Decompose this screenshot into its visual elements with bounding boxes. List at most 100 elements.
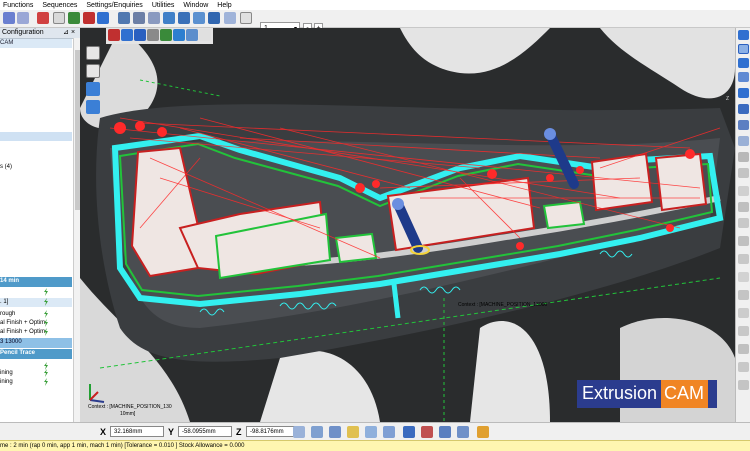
z-coord-field[interactable]: -98.8176mm — [246, 426, 300, 437]
measure-icon[interactable] — [738, 120, 749, 130]
panel-item-machining-2[interactable]: ining — [0, 379, 13, 385]
simulate-icon[interactable] — [738, 136, 749, 146]
verify-icon[interactable] — [738, 186, 749, 196]
panel-bracket-row[interactable] — [0, 298, 72, 307]
panel-item-finish-1[interactable]: al Finish + Optim. — [0, 320, 47, 326]
pick-icon[interactable] — [365, 426, 377, 438]
view-front-icon[interactable] — [108, 29, 120, 41]
transparency-icon[interactable] — [738, 88, 749, 98]
layers-icon[interactable] — [738, 72, 749, 82]
cube-red-icon[interactable] — [83, 12, 95, 24]
view-top-icon[interactable] — [134, 29, 146, 41]
help-icon[interactable] — [477, 426, 489, 438]
menu-window[interactable]: Window — [180, 2, 214, 9]
panel-item-rough[interactable]: rough — [0, 311, 15, 317]
lightning-icon — [44, 328, 48, 336]
lightning-icon — [44, 288, 48, 296]
zoom-window-icon[interactable] — [163, 12, 175, 24]
lightning-icon — [44, 310, 48, 318]
context-label-unit: 10mm] — [120, 411, 136, 417]
save-icon[interactable] — [118, 12, 130, 24]
pin-icon[interactable]: ⊿ — [63, 28, 69, 38]
offset-icon[interactable] — [738, 344, 749, 354]
menu-help[interactable]: Help — [214, 2, 237, 9]
context-label-corner: Context : [MACHINE_POSITION_130 — [88, 404, 172, 410]
view-bottom-icon[interactable] — [147, 29, 159, 41]
fixture-icon[interactable] — [738, 236, 749, 246]
view-iso-icon[interactable] — [186, 29, 198, 41]
view-icon[interactable] — [224, 12, 236, 24]
scissors-icon[interactable] — [53, 12, 65, 24]
lightning-icon — [44, 369, 48, 377]
view-left-icon[interactable] — [160, 29, 172, 41]
point-icon[interactable] — [311, 426, 323, 438]
display-mode-icon[interactable] — [240, 12, 252, 24]
menu-settings-enquiries[interactable]: Settings/Enquiries — [83, 2, 148, 9]
chuck-icon[interactable] — [738, 202, 749, 212]
extrusioncam-logo: Extrusion CAM — [577, 380, 717, 408]
panel-item-finish-2[interactable]: al Finish + Optim. — [0, 329, 47, 335]
edge-icon[interactable] — [329, 426, 341, 438]
table-icon[interactable] — [17, 12, 29, 24]
menu-bar: Functions Sequences Settings/Enquiries U… — [0, 0, 750, 10]
view-zoom-icon[interactable] — [199, 29, 211, 41]
axes-icon[interactable] — [37, 12, 49, 24]
close-icon[interactable]: × — [71, 28, 75, 38]
probe-icon[interactable] — [738, 254, 749, 264]
view-back-icon[interactable] — [121, 29, 133, 41]
cube-blue-icon[interactable] — [97, 12, 109, 24]
panel-item-cam[interactable]: CAM — [0, 40, 13, 46]
triangle-icon[interactable] — [68, 12, 80, 24]
x-coord-label: X — [100, 427, 107, 437]
rotate-icon[interactable] — [193, 12, 205, 24]
shaded-cube-icon[interactable] — [86, 82, 100, 96]
chart-icon[interactable] — [421, 426, 433, 438]
menu-functions[interactable]: Functions — [0, 2, 39, 9]
menu-utilities[interactable]: Utilities — [149, 2, 181, 9]
gauge-icon[interactable] — [738, 218, 749, 228]
hidden-line-icon[interactable] — [738, 58, 749, 68]
y-coord-field[interactable]: -58.0955mm — [178, 426, 232, 437]
cube-outline-icon[interactable] — [86, 64, 100, 78]
panel-item-pencil[interactable]: Pencil Trace — [0, 350, 35, 356]
statistics-icon[interactable] — [439, 426, 451, 438]
menu-sequences[interactable]: Sequences — [39, 2, 83, 9]
select-icon[interactable] — [383, 426, 395, 438]
pan-icon[interactable] — [178, 12, 190, 24]
view-right-icon[interactable] — [173, 29, 185, 41]
settings-icon[interactable] — [738, 380, 749, 390]
grid-icon[interactable] — [3, 12, 15, 24]
holder-icon[interactable] — [738, 168, 749, 178]
status-bar: me : 2 min (rap 0 min, app 1 min, mach 1… — [0, 440, 750, 451]
panel-item-position[interactable]: 3 13000 — [0, 339, 22, 345]
panel-selected-row[interactable] — [0, 132, 72, 141]
lightbulb-icon[interactable] — [347, 426, 359, 438]
right-toolbar — [735, 28, 750, 422]
panel-item-bracket[interactable]: . 1] — [0, 299, 8, 305]
lightning-icon — [44, 378, 48, 386]
x-coord-field[interactable]: 32.168mm — [110, 426, 164, 437]
zoom-fit-icon[interactable] — [148, 12, 160, 24]
export-icon[interactable] — [457, 426, 469, 438]
stock-icon[interactable] — [738, 308, 749, 318]
clamp-icon[interactable] — [738, 272, 749, 282]
report-icon[interactable] — [403, 426, 415, 438]
wireframe-cube-icon[interactable] — [86, 46, 100, 60]
panel-item-machining-1[interactable]: ining — [0, 370, 13, 376]
section-icon[interactable] — [738, 104, 749, 114]
3d-viewport[interactable]: Context : [MACHINE_POSITION_13000 Contex… — [80, 28, 735, 422]
collision-icon[interactable] — [738, 326, 749, 336]
coordinate-bar: X 32.168mm Y -58.0955mm Z -98.8176mm — [0, 422, 750, 441]
snap-icon[interactable] — [293, 426, 305, 438]
rotate-part-icon[interactable] — [738, 362, 749, 372]
panel-item-four[interactable]: s (4) — [0, 164, 12, 170]
spindle-icon[interactable] — [738, 290, 749, 300]
shaded-icon[interactable] — [738, 30, 749, 40]
tool-icon[interactable] — [738, 152, 749, 162]
box-icon[interactable] — [133, 12, 145, 24]
shaded-edges-cube-icon[interactable] — [86, 100, 100, 114]
time-band-label: 14 min — [0, 278, 20, 284]
refresh-icon[interactable] — [208, 12, 220, 24]
wireframe-icon[interactable] — [738, 44, 749, 54]
main-toolbar: 1▾ - + — [0, 10, 750, 34]
